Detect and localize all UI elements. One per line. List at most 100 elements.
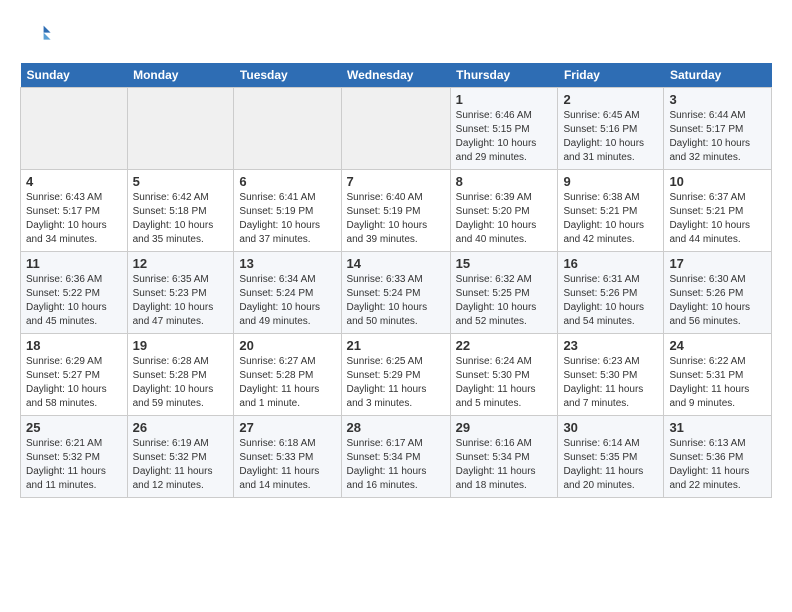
day-info: Sunrise: 6:23 AMSunset: 5:30 PMDaylight:…: [563, 355, 658, 411]
calendar-cell: 13 Sunrise: 6:34 AMSunset: 5:24 PMDayligh…: [234, 252, 341, 334]
day-info: Sunrise: 6:41 AMSunset: 5:19 PMDaylight:…: [239, 191, 335, 247]
calendar-cell: 4 Sunrise: 6:43 AMSunset: 5:17 PMDaylight…: [21, 170, 128, 252]
day-number: 5: [133, 174, 229, 189]
day-info: Sunrise: 6:27 AMSunset: 5:28 PMDaylight:…: [239, 355, 335, 411]
day-info: Sunrise: 6:43 AMSunset: 5:17 PMDaylight:…: [26, 191, 122, 247]
day-number: 21: [347, 338, 445, 353]
day-info: Sunrise: 6:46 AMSunset: 5:15 PMDaylight:…: [456, 109, 553, 165]
day-info: Sunrise: 6:28 AMSunset: 5:28 PMDaylight:…: [133, 355, 229, 411]
header-tuesday: Tuesday: [234, 63, 341, 88]
calendar-cell: 6Sunrise: 6:41 AMSunset: 5:19 PMDaylight…: [234, 170, 341, 252]
day-number: 7: [347, 174, 445, 189]
day-number: 19: [133, 338, 229, 353]
day-info: Sunrise: 6:37 AMSunset: 5:21 PMDaylight:…: [669, 191, 766, 247]
calendar-cell: 20Sunrise: 6:27 AMSunset: 5:28 PMDayligh…: [234, 334, 341, 416]
header-sunday: Sunday: [21, 63, 128, 88]
day-info: Sunrise: 6:36 AMSunset: 5:22 PMDaylight:…: [26, 273, 122, 329]
calendar-cell: 8 Sunrise: 6:39 AMSunset: 5:20 PMDaylight…: [450, 170, 558, 252]
day-info: Sunrise: 6:34 AMSunset: 5:24 PMDaylight:…: [239, 273, 335, 329]
day-info: Sunrise: 6:14 AMSunset: 5:35 PMDaylight:…: [563, 437, 658, 493]
header: [20, 16, 772, 53]
day-number: 3: [669, 92, 766, 107]
day-number: 12: [133, 256, 229, 271]
day-info: Sunrise: 6:31 AMSunset: 5:26 PMDaylight:…: [563, 273, 658, 329]
week-row-5: 25Sunrise: 6:21 AMSunset: 5:32 PMDayligh…: [21, 416, 772, 498]
header-monday: Monday: [127, 63, 234, 88]
day-info: Sunrise: 6:45 AMSunset: 5:16 PMDaylight:…: [563, 109, 658, 165]
day-number: 26: [133, 420, 229, 435]
calendar-cell: 3 Sunrise: 6:44 AMSunset: 5:17 PMDaylight…: [664, 88, 772, 170]
day-info: Sunrise: 6:29 AMSunset: 5:27 PMDaylight:…: [26, 355, 122, 411]
day-info: Sunrise: 6:32 AMSunset: 5:25 PMDaylight:…: [456, 273, 553, 329]
day-number: 23: [563, 338, 658, 353]
calendar-cell: [21, 88, 128, 170]
day-number: 13: [239, 256, 335, 271]
calendar-header-row: SundayMondayTuesdayWednesdayThursdayFrid…: [21, 63, 772, 88]
header-saturday: Saturday: [664, 63, 772, 88]
day-number: 22: [456, 338, 553, 353]
calendar-cell: 9 Sunrise: 6:38 AMSunset: 5:21 PMDaylight…: [558, 170, 664, 252]
calendar-cell: 17 Sunrise: 6:30 AMSunset: 5:26 PMDayligh…: [664, 252, 772, 334]
calendar-cell: [127, 88, 234, 170]
day-number: 4: [26, 174, 122, 189]
day-info: Sunrise: 6:24 AMSunset: 5:30 PMDaylight:…: [456, 355, 553, 411]
day-info: Sunrise: 6:17 AMSunset: 5:34 PMDaylight:…: [347, 437, 445, 493]
day-info: Sunrise: 6:25 AMSunset: 5:29 PMDaylight:…: [347, 355, 445, 411]
day-info: Sunrise: 6:30 AMSunset: 5:26 PMDaylight:…: [669, 273, 766, 329]
calendar-cell: 28 Sunrise: 6:17 AMSunset: 5:34 PMDayligh…: [341, 416, 450, 498]
day-number: 31: [669, 420, 766, 435]
calendar-cell: 27 Sunrise: 6:18 AMSunset: 5:33 PMDayligh…: [234, 416, 341, 498]
day-info: Sunrise: 6:39 AMSunset: 5:20 PMDaylight:…: [456, 191, 553, 247]
calendar-cell: 16 Sunrise: 6:31 AMSunset: 5:26 PMDayligh…: [558, 252, 664, 334]
day-number: 16: [563, 256, 658, 271]
calendar-cell: 2Sunrise: 6:45 AMSunset: 5:16 PMDaylight…: [558, 88, 664, 170]
logo: [20, 20, 52, 53]
day-info: Sunrise: 6:21 AMSunset: 5:32 PMDaylight:…: [26, 437, 122, 493]
calendar-cell: 7Sunrise: 6:40 AMSunset: 5:19 PMDaylight…: [341, 170, 450, 252]
day-info: Sunrise: 6:35 AMSunset: 5:23 PMDaylight:…: [133, 273, 229, 329]
day-number: 17: [669, 256, 766, 271]
calendar-cell: 21 Sunrise: 6:25 AMSunset: 5:29 PMDayligh…: [341, 334, 450, 416]
calendar-cell: 24 Sunrise: 6:22 AMSunset: 5:31 PMDayligh…: [664, 334, 772, 416]
header-wednesday: Wednesday: [341, 63, 450, 88]
day-info: Sunrise: 6:18 AMSunset: 5:33 PMDaylight:…: [239, 437, 335, 493]
calendar-cell: 1 Sunrise: 6:46 AMSunset: 5:15 PMDaylight…: [450, 88, 558, 170]
week-row-1: 1 Sunrise: 6:46 AMSunset: 5:15 PMDaylight…: [21, 88, 772, 170]
calendar-cell: 29 Sunrise: 6:16 AMSunset: 5:34 PMDayligh…: [450, 416, 558, 498]
week-row-3: 11 Sunrise: 6:36 AMSunset: 5:22 PMDayligh…: [21, 252, 772, 334]
day-info: Sunrise: 6:22 AMSunset: 5:31 PMDaylight:…: [669, 355, 766, 411]
day-number: 9: [563, 174, 658, 189]
day-number: 11: [26, 256, 122, 271]
day-number: 10: [669, 174, 766, 189]
day-number: 8: [456, 174, 553, 189]
day-number: 1: [456, 92, 553, 107]
day-info: Sunrise: 6:13 AMSunset: 5:36 PMDaylight:…: [669, 437, 766, 493]
calendar-cell: 12 Sunrise: 6:35 AMSunset: 5:23 PMDayligh…: [127, 252, 234, 334]
day-info: Sunrise: 6:16 AMSunset: 5:34 PMDaylight:…: [456, 437, 553, 493]
calendar-cell: 22 Sunrise: 6:24 AMSunset: 5:30 PMDayligh…: [450, 334, 558, 416]
week-row-4: 18 Sunrise: 6:29 AMSunset: 5:27 PMDayligh…: [21, 334, 772, 416]
day-info: Sunrise: 6:44 AMSunset: 5:17 PMDaylight:…: [669, 109, 766, 165]
day-info: Sunrise: 6:19 AMSunset: 5:32 PMDaylight:…: [133, 437, 229, 493]
day-info: Sunrise: 6:38 AMSunset: 5:21 PMDaylight:…: [563, 191, 658, 247]
day-number: 28: [347, 420, 445, 435]
day-info: Sunrise: 6:33 AMSunset: 5:24 PMDaylight:…: [347, 273, 445, 329]
calendar-cell: 14 Sunrise: 6:33 AMSunset: 5:24 PMDayligh…: [341, 252, 450, 334]
calendar-cell: 30Sunrise: 6:14 AMSunset: 5:35 PMDayligh…: [558, 416, 664, 498]
day-number: 18: [26, 338, 122, 353]
day-number: 15: [456, 256, 553, 271]
calendar-cell: 11 Sunrise: 6:36 AMSunset: 5:22 PMDayligh…: [21, 252, 128, 334]
calendar-cell: 31 Sunrise: 6:13 AMSunset: 5:36 PMDayligh…: [664, 416, 772, 498]
calendar-cell: 26 Sunrise: 6:19 AMSunset: 5:32 PMDayligh…: [127, 416, 234, 498]
day-number: 29: [456, 420, 553, 435]
logo-icon: [24, 20, 52, 48]
calendar-cell: 23 Sunrise: 6:23 AMSunset: 5:30 PMDayligh…: [558, 334, 664, 416]
header-thursday: Thursday: [450, 63, 558, 88]
day-number: 14: [347, 256, 445, 271]
week-row-2: 4 Sunrise: 6:43 AMSunset: 5:17 PMDaylight…: [21, 170, 772, 252]
day-number: 24: [669, 338, 766, 353]
calendar-cell: 15 Sunrise: 6:32 AMSunset: 5:25 PMDayligh…: [450, 252, 558, 334]
calendar-cell: 19 Sunrise: 6:28 AMSunset: 5:28 PMDayligh…: [127, 334, 234, 416]
header-friday: Friday: [558, 63, 664, 88]
day-number: 27: [239, 420, 335, 435]
